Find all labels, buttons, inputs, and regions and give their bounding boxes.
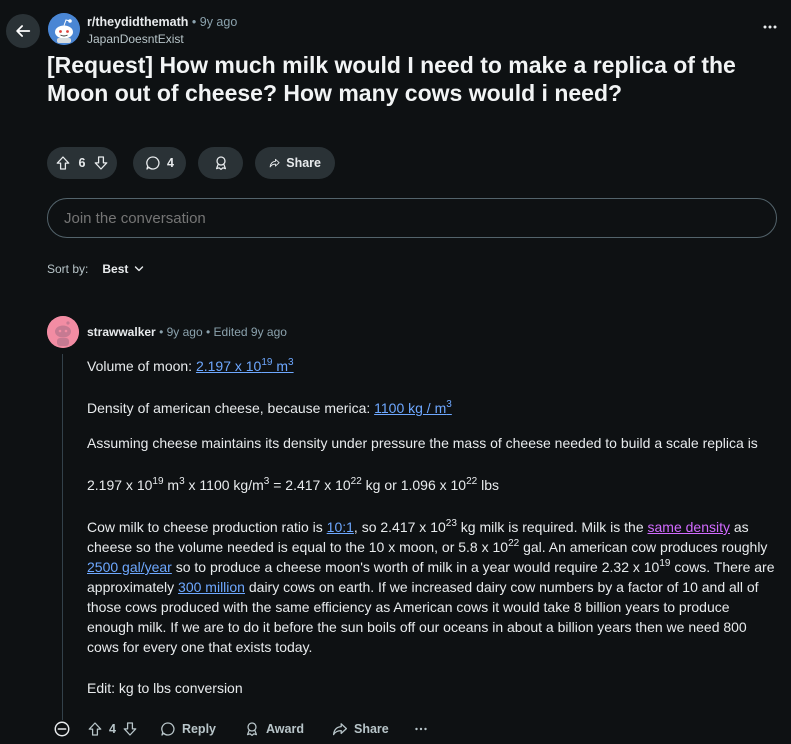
comment-actions: 4 Reply Award Share: [53, 719, 427, 739]
post-author[interactable]: JapanDoesntExist: [87, 32, 184, 46]
comment-icon: [161, 722, 175, 736]
reply-button[interactable]: Reply: [160, 721, 216, 737]
comment-vote-count: 4: [109, 722, 116, 736]
vote-group: 6: [47, 147, 117, 179]
comment-more-button[interactable]: [415, 727, 427, 731]
paragraph-cows: Cow milk to cheese production ratio is 1…: [87, 517, 777, 657]
dairy-cows-link[interactable]: 300 million: [178, 579, 245, 595]
comment-author[interactable]: strawwalker: [87, 325, 156, 339]
text: , so 2.417 x 10: [353, 519, 446, 535]
share-label: Share: [353, 722, 389, 736]
sort-value: Best: [102, 262, 129, 276]
post-title: [Request] How much milk would I need to …: [47, 52, 736, 106]
snoo-icon: [48, 13, 80, 45]
text: lbs: [477, 477, 500, 493]
back-arrow-icon: [16, 25, 31, 37]
reply-label: Reply: [181, 722, 216, 736]
comment-vote-group: 4: [87, 721, 138, 737]
comment-count: 4: [167, 156, 174, 170]
separator-dot: •: [159, 325, 167, 339]
sort-bar: Sort by: Best: [47, 262, 144, 276]
snoo-avatar-icon: [47, 316, 79, 348]
ratio-link[interactable]: 10:1: [327, 519, 354, 535]
link-text: m: [272, 358, 289, 374]
paragraph-calculation: 2.197 x 1019 m3 x 1100 kg/m3 = 2.417 x 1…: [87, 475, 777, 496]
downvote-icon[interactable]: [122, 721, 138, 737]
comment-age: 9y ago: [166, 325, 203, 339]
comment-icon: [146, 156, 160, 170]
separator-dot: •: [205, 325, 214, 339]
share-icon: [269, 158, 280, 168]
text: = 2.417 x 10: [269, 477, 351, 493]
text: kg or 1.096 x 10: [361, 477, 467, 493]
exponent: 19: [152, 476, 164, 487]
vote-count: 6: [78, 156, 86, 170]
subreddit-avatar[interactable]: [48, 13, 80, 45]
award-icon: [246, 722, 258, 737]
paragraph-density: Density of american cheese, because meri…: [87, 398, 777, 419]
downvote-icon[interactable]: [93, 155, 109, 171]
upvote-icon[interactable]: [55, 155, 71, 171]
share-button[interactable]: Share: [255, 147, 335, 179]
text: gal. An american cow produces roughly: [519, 539, 768, 555]
share-icon: [332, 723, 348, 736]
link-text: 2.197 x 10: [195, 358, 262, 374]
paragraph-assumption: Assuming cheese maintains its density un…: [87, 435, 758, 451]
award-icon: [215, 156, 226, 171]
separator-dot: •: [191, 15, 200, 29]
exponent: 22: [350, 476, 362, 487]
paragraph-volume: Volume of moon: 2.197 x 1019 m3: [87, 356, 777, 377]
text: x 1100 kg/m: [184, 477, 264, 493]
more-icon: [763, 25, 777, 29]
thread-line[interactable]: [62, 354, 63, 720]
exponent: 22: [508, 538, 520, 549]
sort-dropdown[interactable]: Best: [102, 262, 144, 276]
same-density-link[interactable]: same density: [648, 519, 730, 535]
share-label: Share: [286, 156, 321, 170]
comment-author-avatar[interactable]: [47, 316, 79, 348]
cheese-density-link[interactable]: 1100 kg / m3: [374, 399, 452, 417]
collapse-icon: [54, 721, 70, 737]
share-button[interactable]: Share: [332, 721, 389, 737]
sort-label: Sort by:: [47, 262, 89, 276]
post-age: 9y ago: [199, 15, 238, 29]
subreddit-name[interactable]: r/theydidthemath: [87, 15, 188, 29]
text: 2.197 x 10: [87, 477, 153, 493]
more-options-button[interactable]: [759, 18, 781, 36]
link-text: 1100 kg / m: [374, 400, 447, 416]
exponent: 22: [466, 476, 478, 487]
text: kg milk is required. Milk is the: [456, 519, 648, 535]
award-button[interactable]: Award: [244, 721, 304, 737]
comment-edited: Edited 9y ago: [213, 325, 287, 339]
text: m: [163, 477, 180, 493]
exponent: 19: [261, 357, 273, 368]
exponent: 23: [445, 518, 457, 529]
exponent: 3: [446, 399, 452, 410]
text: Volume of moon:: [87, 358, 196, 374]
more-icon: [415, 727, 427, 731]
text: Density of american cheese, because meri…: [87, 400, 375, 416]
award-button[interactable]: [198, 147, 243, 179]
comments-button[interactable]: 4: [133, 147, 186, 179]
join-conversation-input[interactable]: [47, 198, 777, 238]
award-label: Award: [266, 722, 304, 736]
text: so to produce a cheese moon's worth of m…: [171, 559, 660, 575]
milk-production-link[interactable]: 2500 gal/year: [87, 559, 172, 575]
upvote-icon[interactable]: [87, 721, 103, 737]
collapse-button[interactable]: [53, 720, 71, 738]
comment-body: Volume of moon: 2.197 x 1019 m3 Density …: [87, 356, 777, 699]
paragraph-edit-note: Edit: kg to lbs conversion: [87, 680, 243, 696]
exponent: 19: [659, 558, 671, 569]
back-button[interactable]: [6, 14, 40, 48]
text: Cow milk to cheese production ratio is: [87, 519, 327, 535]
chevron-down-icon: [135, 266, 144, 272]
moon-volume-link[interactable]: 2.197 x 1019 m3: [195, 357, 294, 375]
exponent: 3: [288, 357, 294, 368]
